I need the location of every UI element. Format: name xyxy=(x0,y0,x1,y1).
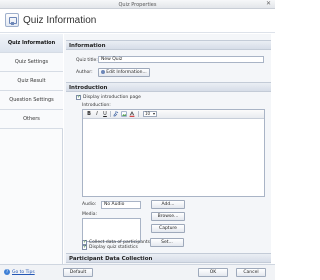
media-preview xyxy=(82,218,141,242)
edit-information-label: Edit Information... xyxy=(106,70,147,75)
browse-button[interactable]: Browse... xyxy=(151,212,185,221)
page-title: Quiz Information xyxy=(23,15,97,26)
capture-button[interactable]: Capture xyxy=(151,224,185,233)
display-intro-label: Display introduction page xyxy=(83,95,141,100)
display-intro-checkbox[interactable] xyxy=(76,94,81,100)
editor-toolbar: B I U 10 xyxy=(83,110,264,119)
bold-button[interactable]: B xyxy=(86,111,92,117)
edit-information-button[interactable]: Edit Information... xyxy=(98,68,150,77)
quiz-title-label: Quiz title: xyxy=(76,58,98,63)
sidebar-item-quiz-settings[interactable]: Quiz Settings xyxy=(0,53,63,72)
audio-field[interactable]: No Audio xyxy=(101,201,141,209)
default-button[interactable]: Default xyxy=(63,268,93,277)
window-titlebar: Quiz Properties ✕ xyxy=(0,0,275,9)
dialog-footer: ? Go to Tips Default OK Cancel xyxy=(0,264,275,280)
toolbar-separator xyxy=(138,111,139,117)
font-size-select[interactable]: 10 xyxy=(143,111,157,117)
quiz-title-input[interactable]: New Quiz xyxy=(98,56,264,63)
quiz-info-icon xyxy=(5,13,19,27)
link-icon[interactable] xyxy=(113,111,119,117)
window-title: Quiz Properties xyxy=(118,2,157,8)
participant-heading: Participant Data Collection xyxy=(66,253,271,263)
collect-data-label: Collect data of participants xyxy=(89,240,150,245)
cancel-button[interactable]: Cancel xyxy=(236,268,266,277)
ok-button[interactable]: OK xyxy=(198,268,228,277)
audio-label: Audio: xyxy=(82,202,97,207)
collect-data-checkbox[interactable] xyxy=(82,239,87,245)
italic-button[interactable]: I xyxy=(94,111,100,117)
underline-button[interactable]: U xyxy=(102,111,108,117)
introduction-heading: Introduction xyxy=(66,82,271,92)
introduction-editor[interactable]: B I U 10 xyxy=(82,109,265,197)
image-icon[interactable] xyxy=(121,111,127,117)
sidebar-item-quiz-result[interactable]: Quiz Result xyxy=(0,72,63,91)
display-stats-checkbox[interactable] xyxy=(82,244,87,250)
page-header: Quiz Information xyxy=(0,9,275,33)
author-label: Author: xyxy=(76,70,93,75)
information-heading: Information xyxy=(66,40,271,50)
display-stats-label: Display quiz statistics xyxy=(89,245,138,250)
sidebar-item-others[interactable]: Others xyxy=(0,110,63,129)
sidebar: Quiz Information Quiz Settings Quiz Resu… xyxy=(0,34,63,264)
content-panel: Information Quiz title: New Quiz Author:… xyxy=(64,34,271,264)
close-icon[interactable]: ✕ xyxy=(266,1,271,7)
add-audio-button[interactable]: Add... xyxy=(151,200,185,209)
toolbar-separator xyxy=(110,111,111,117)
go-to-tips-link[interactable]: Go to Tips xyxy=(12,270,35,275)
sidebar-item-question-settings[interactable]: Question Settings xyxy=(0,91,63,110)
author-icon xyxy=(101,70,106,74)
sidebar-item-quiz-information[interactable]: Quiz Information xyxy=(0,34,63,53)
media-label: Media: xyxy=(82,212,98,217)
text-color-icon[interactable] xyxy=(129,111,135,117)
help-icon: ? xyxy=(4,269,10,275)
set-button[interactable]: Set... xyxy=(150,238,184,247)
introduction-label: Introduction: xyxy=(82,103,111,108)
